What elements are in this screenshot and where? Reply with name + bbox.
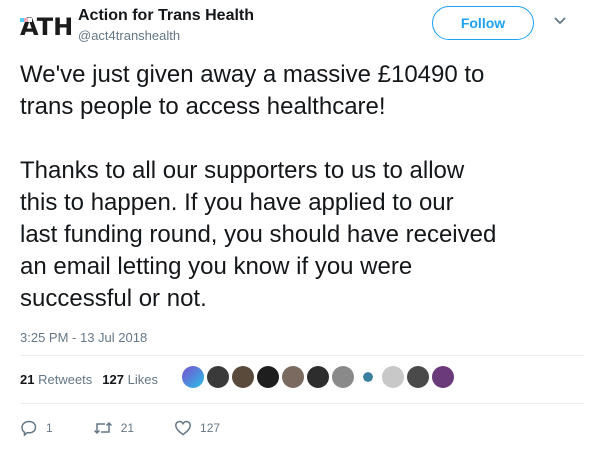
reply-button[interactable]: 1 [20, 419, 53, 437]
account-handle[interactable]: @act4transhealth [78, 28, 180, 43]
avatar[interactable] [257, 366, 279, 388]
likes-count: 127 [102, 372, 124, 387]
avatar[interactable] [382, 366, 404, 388]
tweet-header: ATH Action for Trans Health @act4transhe… [0, 0, 600, 56]
follow-button[interactable]: Follow [432, 6, 534, 40]
avatar[interactable] [357, 366, 379, 388]
avatar[interactable] [307, 366, 329, 388]
retweet-count: 21 [120, 421, 135, 435]
reply-icon [21, 420, 37, 437]
avatar[interactable] [282, 366, 304, 388]
avatar[interactable] [207, 366, 229, 388]
avatar[interactable] [332, 366, 354, 388]
tweet-actions: 1 21 127 [20, 418, 260, 438]
avatar[interactable] [232, 366, 254, 388]
like-count: 127 [200, 421, 221, 435]
divider [20, 355, 584, 356]
avatar[interactable] [432, 366, 454, 388]
heart-icon [175, 420, 191, 436]
tweet-timestamp[interactable]: 3:25 PM - 13 Jul 2018 [20, 330, 147, 345]
account-avatar-logo[interactable]: ATH [20, 10, 73, 44]
account-name[interactable]: Action for Trans Health [78, 7, 254, 25]
retweets-stat[interactable]: 21 Retweets [20, 372, 92, 387]
retweets-label: Retweets [38, 372, 93, 387]
liker-avatars [182, 366, 454, 388]
logo-flag-stripe [20, 18, 32, 22]
tweet-text: We've just given away a massive £10490 t… [20, 61, 497, 312]
likes-stat[interactable]: 127 Likes [102, 372, 158, 387]
avatar[interactable] [182, 366, 204, 388]
likes-label: Likes [127, 372, 158, 387]
like-button[interactable]: 127 [174, 419, 220, 437]
retweet-icon [93, 421, 112, 435]
retweets-count: 21 [20, 372, 35, 387]
engagement-stats: 21 Retweets 127 Likes [20, 372, 158, 387]
reply-count: 1 [46, 421, 53, 435]
avatar[interactable] [407, 366, 429, 388]
chevron-down-icon[interactable] [553, 14, 567, 28]
divider [20, 403, 584, 404]
retweet-button[interactable]: 21 [93, 419, 134, 437]
